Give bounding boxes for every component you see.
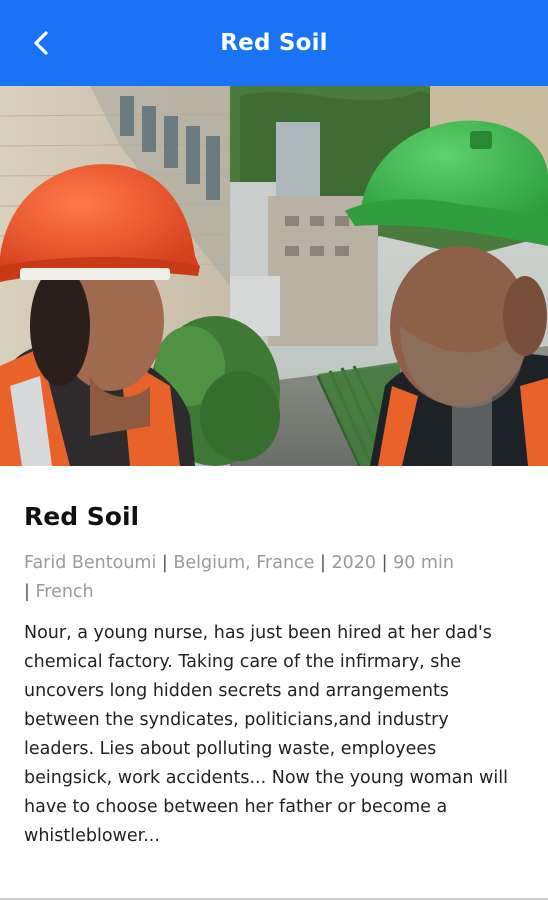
page-title: Red Soil — [220, 30, 328, 56]
movie-meta: Farid Bentoumi | Belgium, France | 2020 … — [24, 549, 524, 607]
synopsis: Nour, a young nurse, has just been hired… — [24, 623, 508, 846]
movie-title: Red Soil — [24, 502, 140, 531]
director: Farid Bentoumi — [24, 553, 157, 573]
countries: Belgium, France — [173, 553, 315, 573]
duration: 90 min — [393, 553, 454, 573]
movie-details: Red Soil Farid Bentoumi | Belgium, Franc… — [0, 466, 548, 900]
app-bar: Red Soil — [0, 0, 548, 86]
year: 2020 — [331, 553, 377, 573]
back-button[interactable] — [22, 23, 62, 63]
separator: | — [320, 553, 332, 573]
movie-still-image — [0, 86, 548, 466]
separator: | — [24, 582, 36, 602]
language: French — [35, 582, 94, 602]
separator: | — [161, 553, 174, 573]
separator: | — [381, 553, 394, 573]
chevron-left-icon — [34, 31, 48, 55]
